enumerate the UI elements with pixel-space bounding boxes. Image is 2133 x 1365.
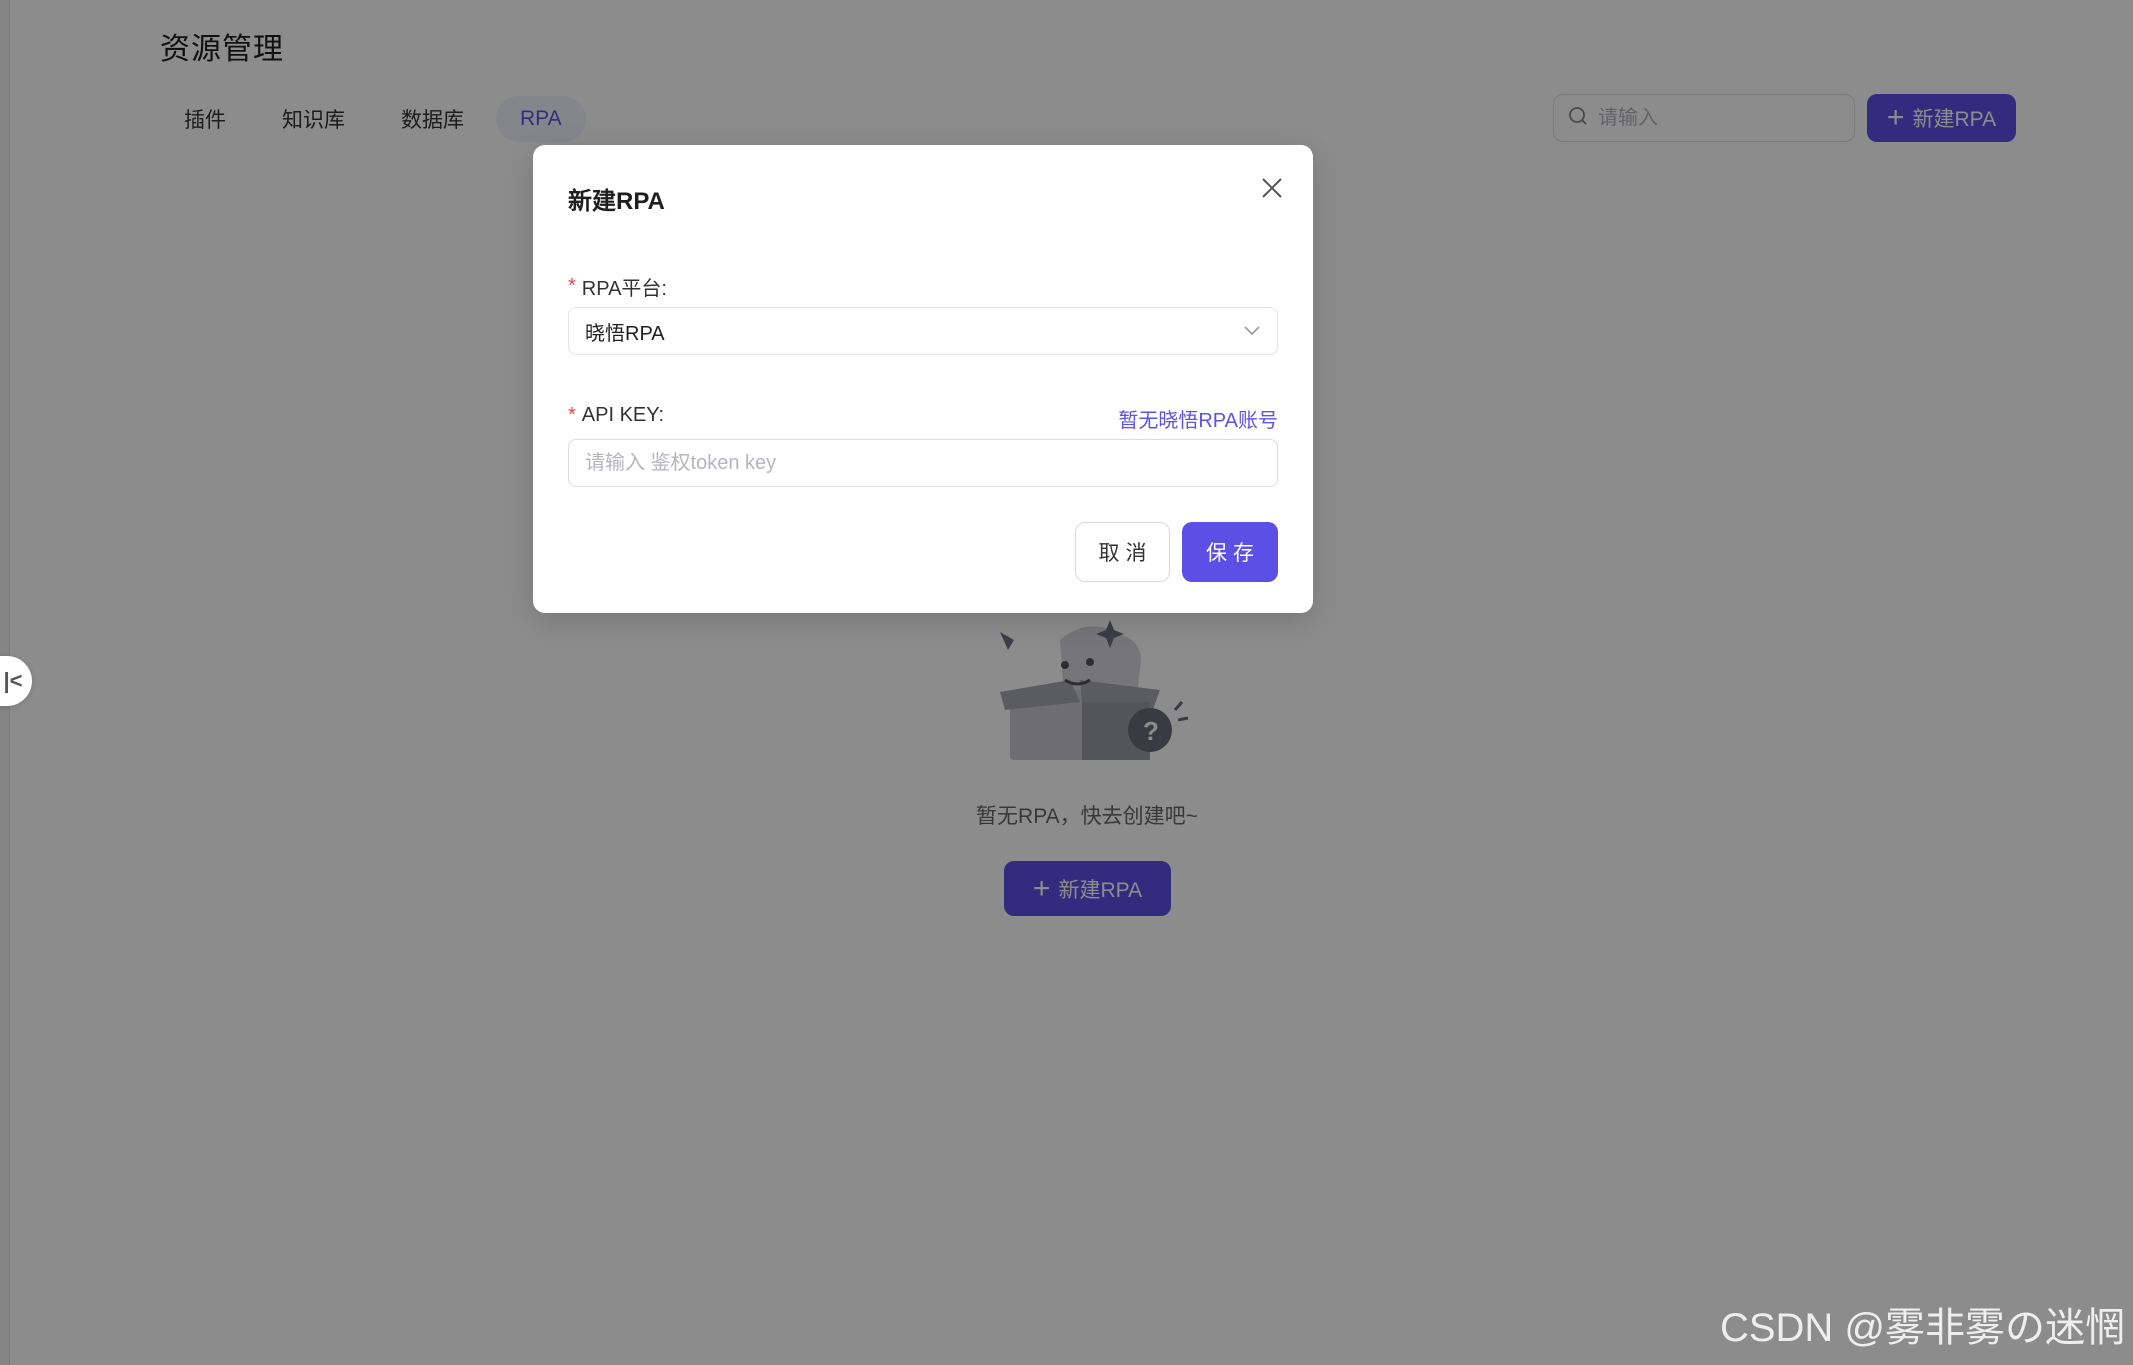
cancel-button[interactable]: 取消: [1075, 522, 1170, 582]
api-key-label-text: API KEY:: [581, 404, 665, 426]
save-button[interactable]: 保存: [1182, 522, 1278, 582]
close-icon[interactable]: [1257, 173, 1287, 203]
platform-label-text: RPA平台:: [581, 278, 667, 300]
required-mark: *: [568, 404, 576, 426]
new-rpa-modal: 新建RPA * RPA平台: 晓悟RPA * API KEY: 暂无晓悟RPA账…: [533, 145, 1313, 613]
platform-select[interactable]: 晓悟RPA: [568, 307, 1278, 355]
platform-field-label: * RPA平台:: [568, 272, 667, 301]
app-root: 资源管理 插件 知识库 数据库 RPA + 新建RPA ?: [0, 0, 2133, 1365]
chevron-down-icon: [1243, 320, 1261, 343]
required-mark: *: [568, 275, 576, 297]
watermark: CSDN @雾非雾の迷惘: [1719, 1306, 2125, 1350]
no-account-link[interactable]: 暂无晓悟RPA账号: [1113, 404, 1278, 433]
api-key-field-label: * API KEY:: [568, 404, 664, 427]
modal-title: 新建RPA: [568, 188, 665, 215]
platform-select-value: 晓悟RPA: [585, 322, 665, 345]
collapse-left-icon: |<: [3, 668, 23, 693]
api-key-input[interactable]: [568, 439, 1278, 487]
